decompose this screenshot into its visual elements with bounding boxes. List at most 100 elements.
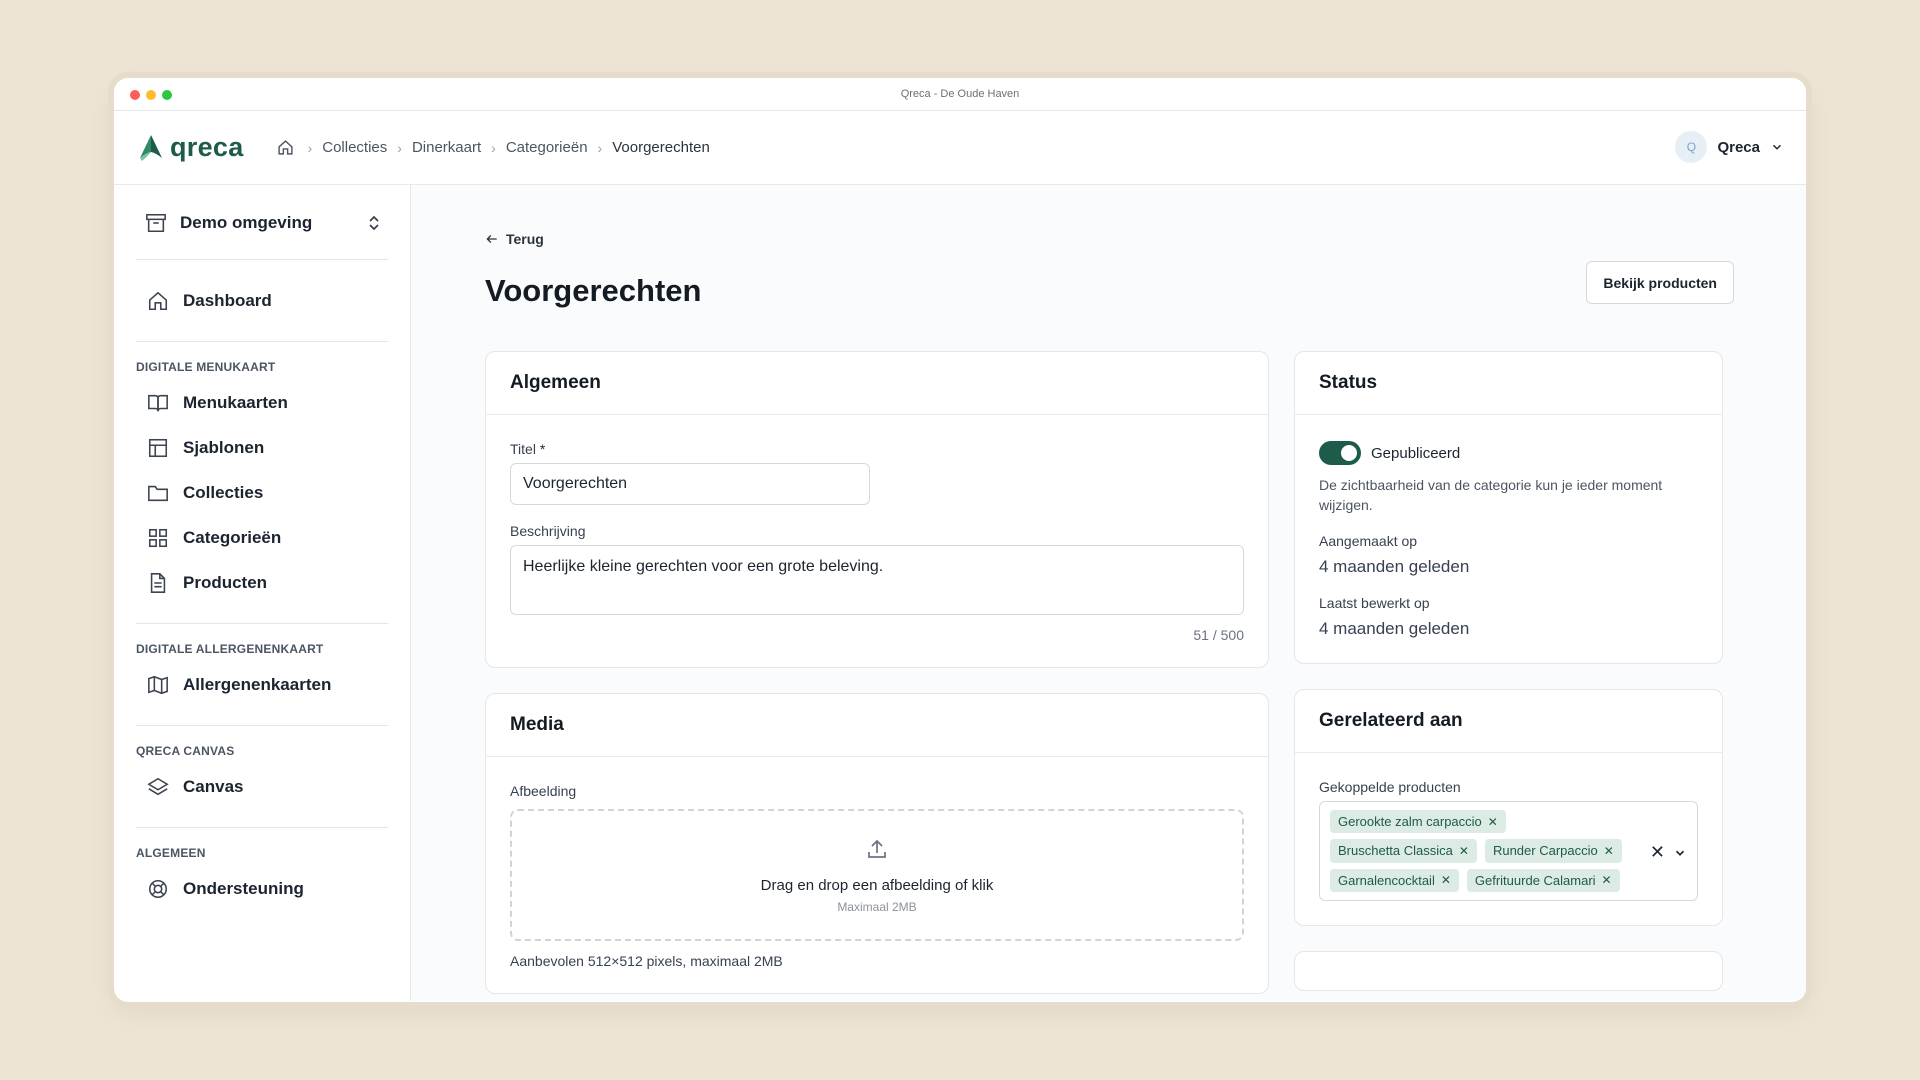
upload-icon	[868, 839, 886, 858]
sidebar-item-producten[interactable]: Producten	[136, 560, 388, 605]
linked-products-label: Gekoppelde producten	[1319, 779, 1461, 795]
clear-all-icon[interactable]: ✕	[1650, 842, 1665, 863]
file-text-icon	[146, 571, 170, 595]
product-chip: Bruschetta Classica ✕	[1330, 839, 1477, 863]
breadcrumb-separator: ›	[597, 139, 603, 156]
next-card	[1294, 951, 1723, 991]
linked-products-select[interactable]: Gerookte zalm carpaccio ✕ Bruschetta Clas…	[1319, 801, 1698, 901]
breadcrumb-separator: ›	[397, 139, 402, 156]
image-dropzone[interactable]: Drag en drop een afbeelding of klik Maxi…	[510, 809, 1244, 941]
sidebar-item-label: Menukaarten	[183, 392, 288, 412]
created-value: 4 maanden geleden	[1319, 557, 1470, 576]
product-chip: Gefrituurde Calamari ✕	[1466, 868, 1620, 892]
character-counter: 51 / 500	[1193, 627, 1244, 643]
status-card: Status Gepubliceerd De zichtbaarheid van…	[1294, 351, 1723, 664]
sidebar-item-label: Allergenenkaarten	[183, 674, 332, 694]
view-products-button[interactable]: Bekijk producten	[1586, 261, 1734, 304]
window-controls	[130, 90, 172, 100]
sidebar-item-collecties[interactable]: Collecties	[136, 470, 388, 515]
sidebar-item-label: Ondersteuning	[183, 878, 304, 898]
published-toggle[interactable]	[1319, 441, 1361, 465]
remove-chip-icon[interactable]: ✕	[1604, 844, 1614, 858]
card-heading: Algemeen	[486, 352, 1268, 415]
remove-chip-icon[interactable]: ✕	[1459, 844, 1469, 858]
chevron-up-down-icon	[369, 215, 379, 231]
layers-icon	[146, 775, 170, 799]
sidebar-item-canvas[interactable]: Canvas	[136, 764, 388, 809]
maximize-window-button[interactable]	[162, 90, 172, 100]
breadcrumb: › Collecties › Dinerkaart › Categorieën …	[274, 136, 710, 160]
remove-chip-icon[interactable]: ✕	[1488, 815, 1498, 829]
sidebar-item-ondersteuning[interactable]: Ondersteuning	[136, 866, 388, 911]
home-icon[interactable]	[274, 136, 298, 160]
lifebuoy-icon	[146, 877, 170, 901]
description-textarea[interactable]: Heerlijke kleine gerechten voor een grot…	[510, 545, 1244, 615]
chevron-down-icon[interactable]	[1673, 846, 1687, 860]
sidebar-item-sjablonen[interactable]: Sjablonen	[136, 425, 388, 470]
card-heading: Gerelateerd aan	[1295, 690, 1722, 753]
main-content: Terug Voorgerechten Bekijk producten Alg…	[411, 185, 1806, 1001]
title-label-text: Titel	[510, 441, 536, 457]
user-name: Qreca	[1717, 138, 1760, 156]
back-link[interactable]: Terug	[485, 231, 1734, 247]
section-title-algemeen: ALGEMEEN	[136, 846, 206, 860]
image-hint: Aanbevolen 512×512 pixels, maximaal 2MB	[510, 953, 783, 969]
archive-icon	[144, 211, 168, 235]
breadcrumb-collecties[interactable]: Collecties	[322, 139, 387, 156]
card-heading: Status	[1295, 352, 1722, 415]
chip-label: Runder Carpaccio	[1492, 843, 1598, 859]
sidebar: Demo omgeving Dashboard DIGITALE MENUKAA…	[114, 185, 411, 1001]
title-input[interactable]: Voorgerechten	[510, 463, 870, 505]
sidebar-divider	[136, 259, 388, 260]
sidebar-item-label: Producten	[183, 572, 268, 592]
sidebar-item-label: Categorieën	[183, 527, 282, 547]
dropzone-title: Drag en drop een afbeelding of klik	[760, 876, 994, 894]
breadcrumb-current: Voorgerechten	[612, 139, 710, 156]
sidebar-divider	[136, 341, 388, 342]
toggle-label: Gepubliceerd	[1371, 444, 1461, 462]
section-title-qreca-canvas: QRECA CANVAS	[136, 744, 235, 758]
close-window-button[interactable]	[130, 90, 140, 100]
required-marker: *	[539, 441, 546, 457]
breadcrumb-separator: ›	[307, 139, 313, 156]
media-card: Media Afbeelding Drag en drop een afbeel…	[485, 693, 1269, 994]
related-card: Gerelateerd aan Gekoppelde producten Ger…	[1294, 689, 1723, 926]
qreca-logo[interactable]: qreca	[138, 132, 244, 163]
sidebar-divider	[136, 623, 388, 624]
minimize-window-button[interactable]	[146, 90, 156, 100]
sidebar-item-dashboard[interactable]: Dashboard	[136, 278, 388, 323]
sidebar-item-label: Sjablonen	[183, 437, 265, 457]
edited-label: Laatst bewerkt op	[1319, 595, 1430, 611]
breadcrumb-dinerkaart[interactable]: Dinerkaart	[412, 139, 481, 156]
sidebar-item-menukaarten[interactable]: Menukaarten	[136, 380, 388, 425]
chip-label: Gefrituurde Calamari	[1474, 872, 1596, 888]
image-label: Afbeelding	[510, 783, 577, 799]
sidebar-item-categorieen[interactable]: Categorieën	[136, 515, 388, 560]
app-window: Qreca - De Oude Haven qreca › Collecties…	[114, 78, 1806, 1002]
general-card: Algemeen Titel * Voorgerechten Beschrijv…	[485, 351, 1269, 668]
window-titlebar: Qreca - De Oude Haven	[114, 78, 1806, 111]
breadcrumb-categorieen[interactable]: Categorieën	[506, 139, 588, 156]
created-label: Aangemaakt op	[1319, 533, 1418, 549]
description-label: Beschrijving	[510, 523, 586, 539]
layout-icon	[146, 436, 170, 460]
book-open-icon	[146, 391, 170, 415]
product-chip: Runder Carpaccio ✕	[1484, 839, 1622, 863]
chip-label: Garnalencocktail	[1338, 872, 1435, 888]
home-icon	[146, 289, 170, 313]
top-navigation: qreca › Collecties › Dinerkaart › Catego…	[114, 111, 1806, 185]
chip-list: Gerookte zalm carpaccio ✕ Bruschetta Clas…	[1330, 810, 1640, 892]
remove-chip-icon[interactable]: ✕	[1602, 873, 1612, 887]
user-menu[interactable]: Q Qreca	[1675, 131, 1784, 163]
sidebar-item-label: Collecties	[183, 482, 264, 502]
page-title: Voorgerechten	[485, 273, 702, 308]
sidebar-item-allergenenkaarten[interactable]: Allergenenkaarten	[136, 662, 388, 707]
remove-chip-icon[interactable]: ✕	[1441, 873, 1451, 887]
breadcrumb-separator: ›	[491, 139, 496, 156]
section-title-digitale-menukaart: DIGITALE MENUKAART	[136, 360, 276, 374]
visibility-note: De zichtbaarheid van de categorie kun je…	[1319, 477, 1663, 513]
map-icon	[146, 673, 170, 697]
environment-switcher[interactable]: Demo omgeving	[136, 205, 388, 241]
title-label: Titel *	[510, 441, 1244, 457]
brand-name: qreca	[170, 132, 244, 162]
